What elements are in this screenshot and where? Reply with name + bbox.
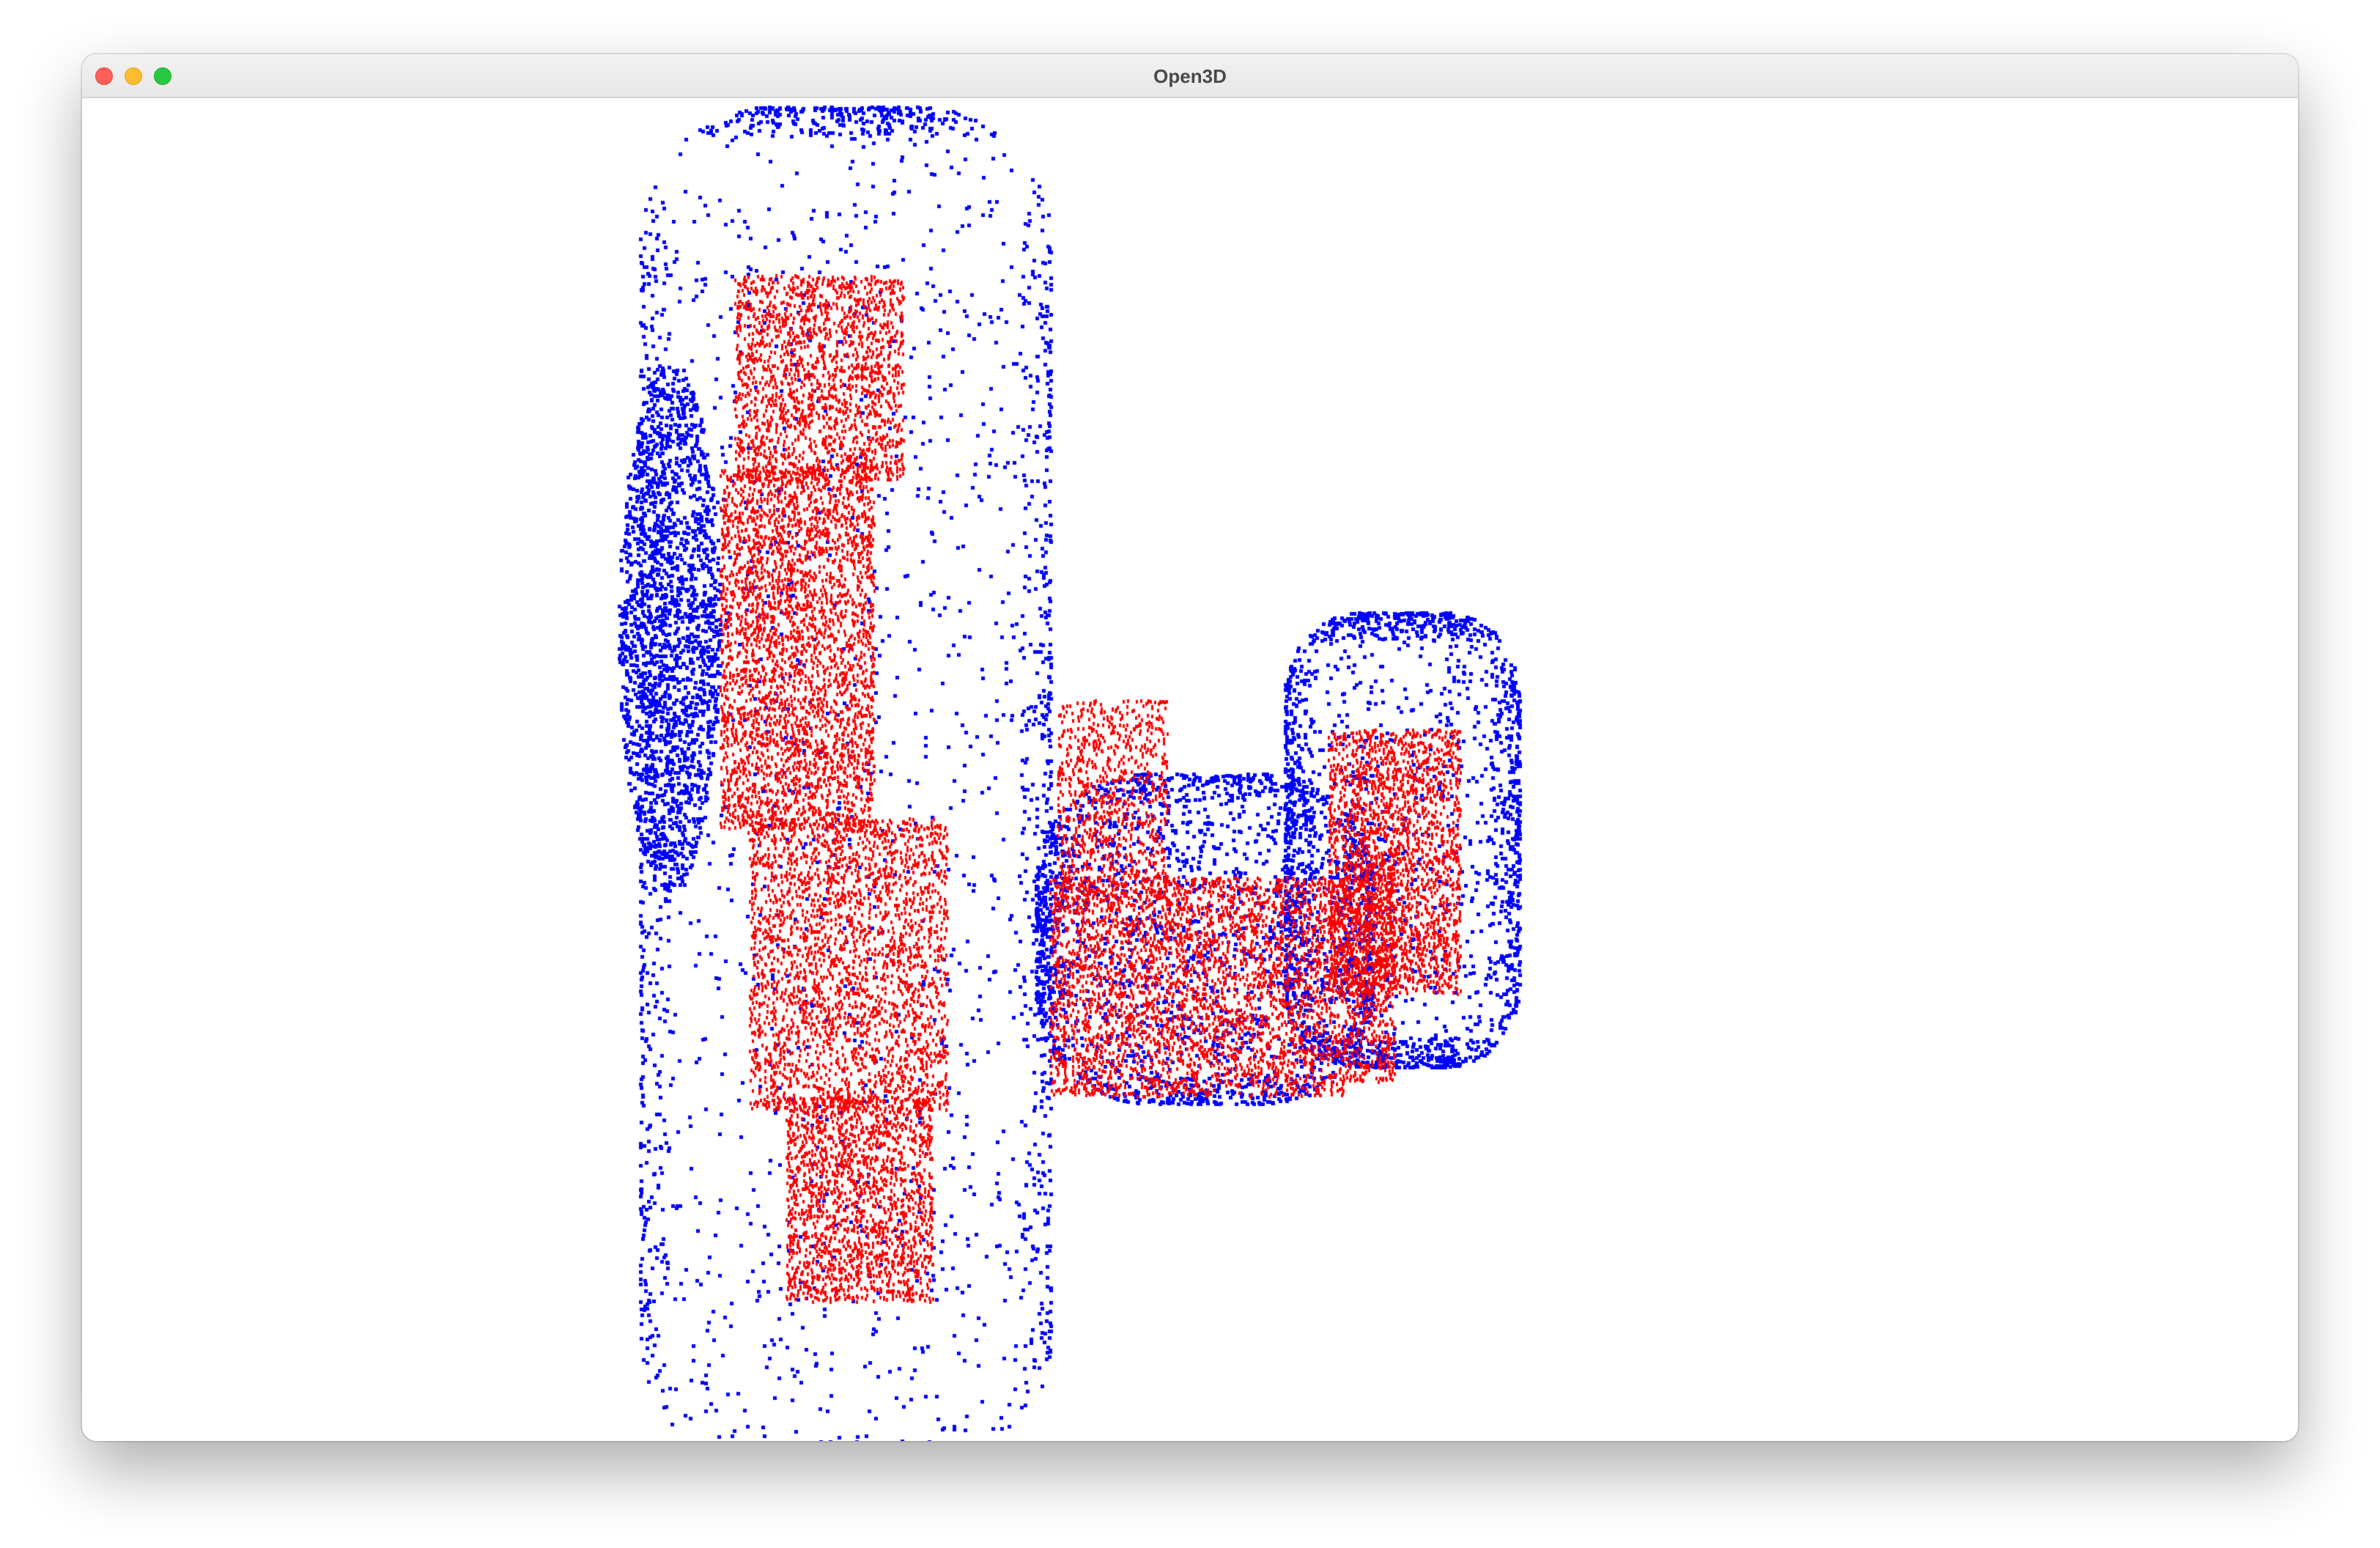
title-bar[interactable]: Open3D [82, 54, 2298, 98]
point-cloud-canvas[interactable] [82, 98, 2298, 1441]
3d-viewport[interactable] [82, 98, 2298, 1441]
window-title: Open3D [1153, 65, 1227, 87]
app-window: Open3D [82, 54, 2298, 1441]
